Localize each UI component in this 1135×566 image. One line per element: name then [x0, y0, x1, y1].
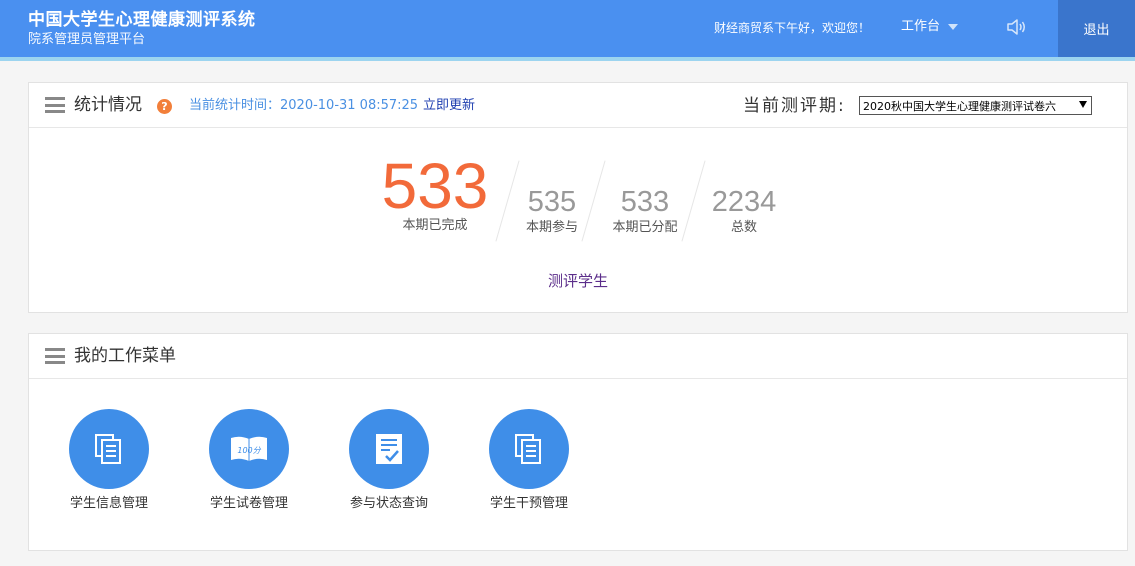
menu-student-intervention-label: 学生干预管理: [489, 496, 568, 511]
work-menu-panel: 我的工作菜单 学生信息管理 100分 学生试卷管理 参与状态查询 学生干预管理: [28, 333, 1128, 551]
menu-icon-circle: 100分: [209, 409, 289, 489]
header-divider: [0, 57, 1135, 61]
update-now-link[interactable]: 立即更新: [423, 97, 475, 115]
document-list-icon: [95, 434, 121, 464]
work-menu-title: 我的工作菜单: [74, 346, 176, 366]
chevron-down-icon: [948, 24, 959, 30]
statistics-title: 统计情况: [74, 95, 142, 115]
statistics-time: 当前统计时间：2020-10-31 08:57:25: [189, 98, 419, 113]
stat-total-label: 总数: [730, 220, 757, 235]
stat-participated-value: 535: [527, 186, 577, 218]
stat-assigned: 533 本期已分配: [607, 185, 683, 237]
menu-student-exams[interactable]: 100分 学生试卷管理: [189, 409, 309, 513]
menu-lines-icon: [45, 348, 65, 364]
menu-lines-icon: [45, 97, 65, 113]
menu-participation-status[interactable]: 参与状态查询: [329, 409, 449, 513]
menu-student-info-label: 学生信息管理: [69, 496, 148, 511]
statistics-header: 统计情况 ? 当前统计时间：2020-10-31 08:57:25 立即更新 当…: [29, 83, 1127, 128]
menu-icon-circle: [349, 409, 429, 489]
stat-participated: 535 本期参与: [517, 185, 587, 237]
workbench-label: 工作台: [901, 19, 941, 34]
stat-total-value: 2234: [711, 186, 777, 218]
stat-completed: 533 本期已完成: [371, 151, 499, 235]
assessment-students-link[interactable]: 测评学生: [29, 271, 1127, 291]
period-select[interactable]: 2020秋中国大学生心理健康测评试卷六: [859, 96, 1092, 115]
stat-divider: [495, 160, 520, 242]
top-bar: 中国大学生心理健康测评系统 院系管理员管理平台 财经商贸系下午好，欢迎您！ 工作…: [0, 0, 1135, 57]
menu-participation-status-label: 参与状态查询: [349, 496, 428, 511]
app-subtitle: 院系管理员管理平台: [28, 32, 146, 47]
select-arrow-icon: [1079, 101, 1087, 108]
stat-assigned-label: 本期已分配: [612, 220, 678, 235]
stat-total: 2234 总数: [701, 185, 787, 237]
exam-book-icon: 100分: [231, 436, 267, 461]
work-menu-header: 我的工作菜单: [29, 334, 1127, 379]
help-icon[interactable]: ?: [157, 99, 172, 114]
menu-icon-circle: [489, 409, 569, 489]
brand: 中国大学生心理健康测评系统 院系管理员管理平台: [28, 9, 256, 48]
menu-student-exams-label: 学生试卷管理: [209, 496, 288, 511]
speaker-icon[interactable]: [1005, 16, 1029, 38]
stat-assigned-value: 533: [620, 186, 670, 218]
period-label: 当前测评期:: [743, 96, 846, 116]
welcome-text: 财经商贸系下午好，欢迎您！: [713, 21, 870, 35]
menu-icon-circle: [69, 409, 149, 489]
exam-book-score-text: 100分: [237, 446, 261, 455]
menu-student-info[interactable]: 学生信息管理: [49, 409, 169, 513]
period-selected-value: 2020秋中国大学生心理健康测评试卷六: [863, 99, 1056, 113]
workbench-dropdown[interactable]: 工作台: [901, 18, 959, 36]
statistics-panel: 统计情况 ? 当前统计时间：2020-10-31 08:57:25 立即更新 当…: [28, 82, 1128, 313]
checklist-icon: [376, 434, 402, 464]
logout-button[interactable]: 退出: [1058, 0, 1135, 57]
stat-completed-value: 533: [381, 150, 489, 222]
document-list-icon: [515, 434, 541, 464]
app-title: 中国大学生心理健康测评系统: [28, 10, 256, 30]
menu-student-intervention[interactable]: 学生干预管理: [469, 409, 589, 513]
stat-participated-label: 本期参与: [525, 220, 578, 235]
